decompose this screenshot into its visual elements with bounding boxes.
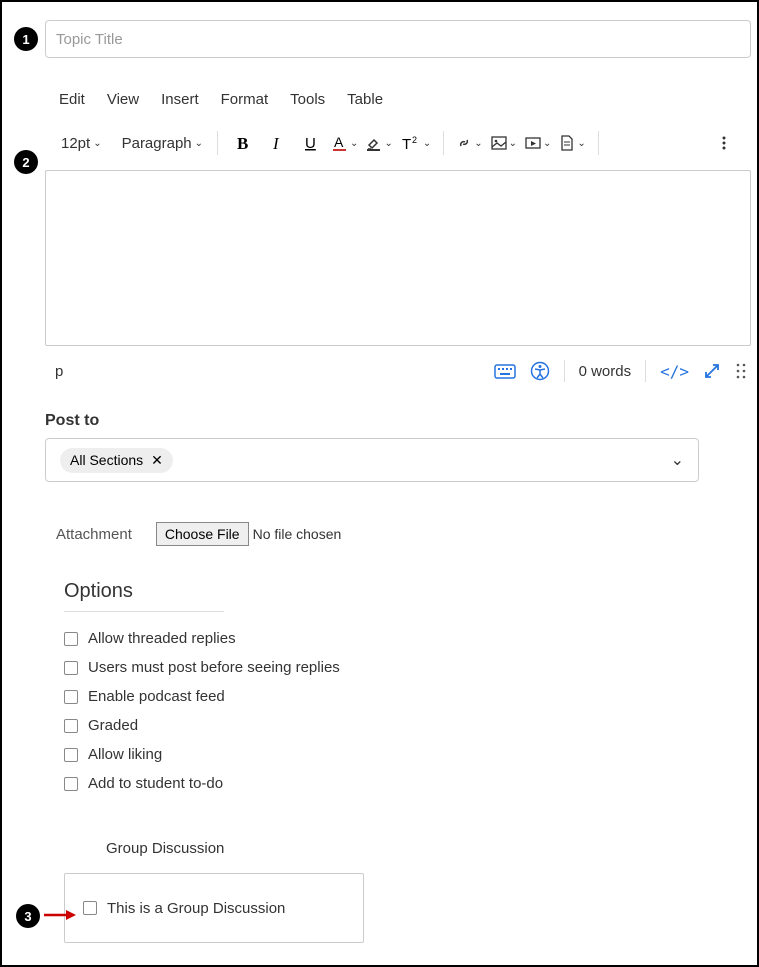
no-file-text: No file chosen: [253, 526, 342, 542]
separator: [443, 131, 444, 155]
menu-insert[interactable]: Insert: [161, 91, 199, 108]
choose-file-button[interactable]: Choose File: [156, 522, 249, 546]
chip-remove-icon[interactable]: ✕: [151, 452, 163, 469]
superscript-button[interactable]: T2⌄: [399, 135, 433, 151]
separator: [217, 131, 218, 155]
option-label: Allow threaded replies: [88, 630, 236, 647]
bold-button[interactable]: B: [228, 128, 258, 158]
chip-text: All Sections: [70, 452, 143, 468]
checkbox[interactable]: [64, 719, 78, 733]
block-format-select[interactable]: Paragraph⌄: [118, 133, 207, 154]
option-podcast-feed[interactable]: Enable podcast feed: [64, 688, 747, 705]
attachment-section: Attachment Choose File No file chosen: [56, 522, 747, 546]
option-label: Allow liking: [88, 746, 162, 763]
checkbox[interactable]: [64, 748, 78, 762]
menu-format[interactable]: Format: [221, 91, 269, 108]
editor-menubar: Edit View Insert Format Tools Table: [45, 86, 751, 122]
separator: [645, 360, 646, 382]
link-button[interactable]: ⌄: [454, 135, 484, 151]
group-discussion-checkbox[interactable]: [83, 901, 97, 915]
font-size-select[interactable]: 12pt⌄: [57, 133, 106, 154]
underline-button[interactable]: U: [296, 128, 326, 158]
separator: [598, 131, 599, 155]
svg-text:I: I: [272, 135, 280, 151]
option-label: Users must post before seeing replies: [88, 659, 340, 676]
post-to-label: Post to: [45, 412, 747, 430]
menu-view[interactable]: View: [107, 91, 139, 108]
more-button[interactable]: [709, 128, 739, 158]
text-color-button[interactable]: A⌄: [330, 135, 360, 151]
svg-text:2: 2: [412, 135, 417, 145]
editor-textarea[interactable]: [45, 170, 751, 346]
checkbox[interactable]: [64, 777, 78, 791]
image-button[interactable]: ⌄: [489, 135, 519, 151]
group-discussion-box: This is a Group Discussion: [64, 873, 364, 943]
separator: [564, 360, 565, 382]
fullscreen-icon[interactable]: [703, 362, 721, 380]
options-section: Options Allow threaded replies Users mus…: [64, 580, 747, 792]
element-path[interactable]: p: [49, 363, 63, 380]
badge-3: 3: [16, 904, 40, 928]
accessibility-icon[interactable]: [530, 361, 550, 381]
attachment-label: Attachment: [56, 526, 132, 543]
option-threaded-replies[interactable]: Allow threaded replies: [64, 630, 747, 647]
option-label: Add to student to-do: [88, 775, 223, 792]
arrow-pointer-icon: [44, 908, 78, 922]
menu-edit[interactable]: Edit: [59, 91, 85, 108]
option-student-todo[interactable]: Add to student to-do: [64, 775, 747, 792]
post-to-select[interactable]: All Sections ✕ ⌄: [45, 438, 699, 482]
option-post-before-seeing[interactable]: Users must post before seeing replies: [64, 659, 747, 676]
post-to-section: Post to All Sections ✕ ⌄: [45, 412, 747, 482]
keyboard-icon[interactable]: [494, 362, 516, 380]
svg-text:A: A: [334, 135, 344, 150]
menu-tools[interactable]: Tools: [290, 91, 325, 108]
group-discussion-heading: Group Discussion: [106, 840, 747, 857]
editor-status-bar: p 0 words </>: [45, 360, 751, 382]
checkbox[interactable]: [64, 632, 78, 646]
badge-2: 2: [14, 150, 38, 174]
section-chip: All Sections ✕: [60, 448, 173, 473]
checkbox[interactable]: [64, 661, 78, 675]
editor-toolbar: 12pt⌄ Paragraph⌄ B I U A⌄ ⌄ T2⌄ ⌄ ⌄ ⌄ ⌄: [45, 122, 751, 168]
option-label: Graded: [88, 717, 138, 734]
html-view-button[interactable]: </>: [660, 362, 689, 381]
options-heading: Options: [64, 580, 224, 612]
svg-text:B: B: [237, 135, 248, 151]
italic-button[interactable]: I: [262, 128, 292, 158]
menu-table[interactable]: Table: [347, 91, 383, 108]
topic-title-input[interactable]: [45, 20, 751, 58]
drag-handle-icon[interactable]: [735, 362, 747, 380]
option-label: Enable podcast feed: [88, 688, 225, 705]
highlight-button[interactable]: ⌄: [364, 135, 394, 151]
svg-text:U: U: [305, 135, 316, 151]
option-graded[interactable]: Graded: [64, 717, 747, 734]
word-count: 0 words: [579, 363, 632, 380]
document-button[interactable]: ⌄: [557, 135, 587, 151]
svg-text:T: T: [402, 136, 411, 151]
group-discussion-label: This is a Group Discussion: [107, 900, 285, 917]
media-button[interactable]: ⌄: [523, 135, 553, 151]
rich-editor: Edit View Insert Format Tools Table 12pt…: [45, 86, 751, 382]
chevron-down-icon[interactable]: ⌄: [671, 450, 684, 470]
badge-1: 1: [14, 27, 38, 51]
option-allow-liking[interactable]: Allow liking: [64, 746, 747, 763]
checkbox[interactable]: [64, 690, 78, 704]
